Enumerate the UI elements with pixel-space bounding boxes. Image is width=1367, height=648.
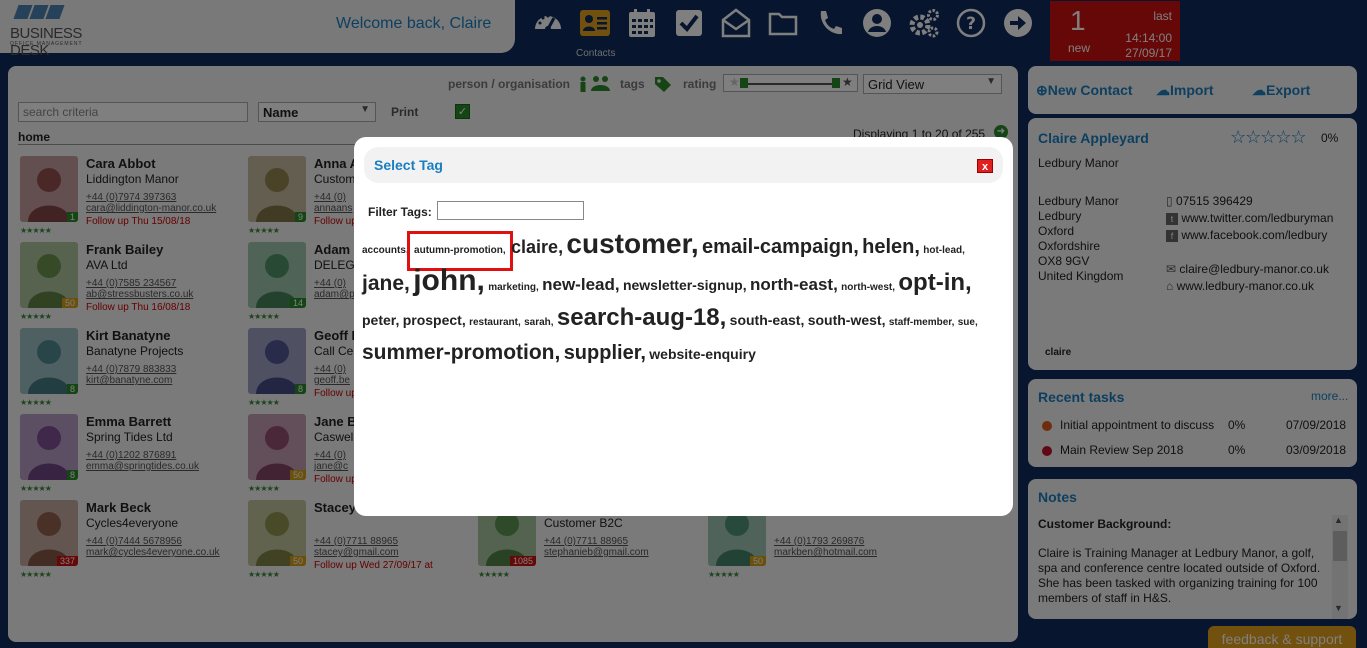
tag-hot-lead[interactable]: hot-lead, xyxy=(923,236,965,266)
tag-sarah[interactable]: sarah, xyxy=(524,308,553,338)
dialog-header: Select Tag x xyxy=(364,147,1003,183)
tag-search-aug-18[interactable]: search-aug-18, xyxy=(557,303,726,333)
tag-prospect[interactable]: prospect, xyxy=(403,305,466,335)
filter-tags-input[interactable] xyxy=(437,201,584,220)
select-tag-dialog: Select Tag x Filter Tags: accounts, autu… xyxy=(354,137,1013,516)
tag-autumn-promotion[interactable]: autumn-promotion, xyxy=(407,231,513,271)
tag-staff-member[interactable]: staff-member, xyxy=(889,308,955,338)
tag-opt-in[interactable]: opt-in, xyxy=(898,268,971,298)
dialog-title: Select Tag xyxy=(374,157,443,173)
tag-sue[interactable]: sue, xyxy=(958,308,978,338)
tag-customer[interactable]: customer, xyxy=(566,229,698,259)
filter-tags-label: Filter Tags: xyxy=(368,205,432,219)
close-icon[interactable]: x xyxy=(977,159,993,173)
tag-helen[interactable]: helen, xyxy=(862,232,920,262)
tag-north-west[interactable]: north-west, xyxy=(841,273,895,303)
tag-email-campaign[interactable]: email-campaign, xyxy=(702,232,859,262)
tag-john[interactable]: john, xyxy=(413,266,485,296)
tag-website-enquiry[interactable]: website-enquiry xyxy=(649,339,756,369)
tag-restaurant[interactable]: restaurant, xyxy=(469,308,521,338)
tag-cloud: accounts, autumn-promotion, claire, cust… xyxy=(362,229,1002,370)
tag-newsletter-signup[interactable]: newsletter-signup, xyxy=(623,270,747,300)
tag-peter[interactable]: peter, xyxy=(362,305,399,335)
tag-new-lead[interactable]: new-lead, xyxy=(542,270,619,300)
tag-claire[interactable]: claire, xyxy=(511,232,563,262)
tag-south-east[interactable]: south-east, xyxy=(730,305,805,335)
tag-summer-promotion[interactable]: summer-promotion, xyxy=(362,338,560,368)
tag-marketing[interactable]: marketing, xyxy=(488,273,539,303)
tag-south-west[interactable]: south-west, xyxy=(808,305,886,335)
tag-supplier[interactable]: supplier, xyxy=(564,338,646,368)
tag-accounts[interactable]: accounts, xyxy=(362,236,409,266)
tag-jane[interactable]: jane, xyxy=(362,269,410,299)
tag-north-east[interactable]: north-east, xyxy=(750,270,838,300)
